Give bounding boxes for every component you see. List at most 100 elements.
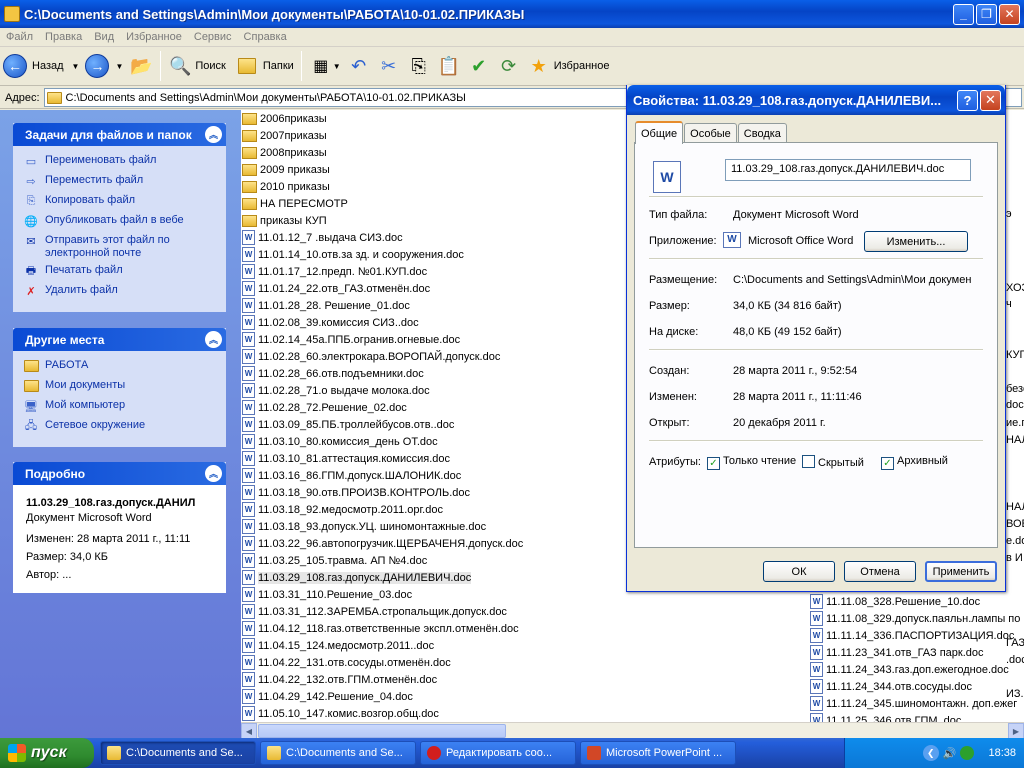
file-item[interactable]: W 11.04.12_118.газ.ответственные экспл.от… <box>242 620 519 637</box>
check-button[interactable]: ✔ <box>464 48 494 84</box>
file-item[interactable]: W 11.11.14_336.ПАСПОРТИЗАЦИЯ.doc <box>810 627 1014 644</box>
file-item[interactable]: W 11.02.28_72.Решение_02.doc <box>242 399 407 416</box>
menu-view[interactable]: Вид <box>88 31 120 43</box>
tab-general[interactable]: Общие <box>635 121 684 144</box>
horizontal-scrollbar[interactable]: ◀ ▶ <box>241 722 1024 739</box>
tab-summary[interactable]: Сводка <box>737 123 787 143</box>
folder-item[interactable]: 2010 приказы <box>242 178 330 195</box>
file-item[interactable]: W 11.11.23_341.отв_ГАЗ парк.doc <box>810 644 984 661</box>
file-item[interactable]: W 11.03.25_105.травма. АП №4.doc <box>242 552 427 569</box>
file-item[interactable]: W 11.01.17_12.предп. №01.КУП.doc <box>242 263 427 280</box>
place-network[interactable]: 🖧 Сетевое окружение <box>23 419 226 439</box>
file-item[interactable]: безо <box>1006 380 1024 397</box>
folder-item[interactable]: 2008приказы <box>242 144 327 161</box>
file-item[interactable]: W 11.02.28_60.электрокара.ВОРОПАЙ.допуск.… <box>242 348 500 365</box>
scrollbar-thumb[interactable] <box>258 724 506 738</box>
close-button[interactable]: ✕ <box>999 3 1020 25</box>
paste-button[interactable]: 📋 <box>434 48 464 84</box>
file-item[interactable]: W 11.05.10_147.комис.возгор.общ.doc <box>242 705 439 722</box>
file-item[interactable]: W 11.02.08_39.комиссия СИЗ..doc <box>242 314 419 331</box>
file-item[interactable]: W 11.02.14_45а.ППБ.огранив.огневые.doc <box>242 331 460 348</box>
taskbar-item-explorer-2[interactable]: C:\Documents and Se... <box>260 741 416 765</box>
help-button[interactable]: ? <box>957 89 978 111</box>
task-move[interactable]: ⇨ Переместить файл <box>23 174 226 194</box>
forward-button[interactable]: → ▼ <box>82 48 126 84</box>
file-item[interactable]: W 11.02.28_71.о выдаче молока.doc <box>242 382 430 399</box>
hidden-checkbox[interactable]: Скрытый <box>802 455 864 469</box>
place-my-documents[interactable]: Мои документы <box>23 379 226 399</box>
folder-item[interactable]: 2009 приказы <box>242 161 330 178</box>
collapse-icon[interactable]: ︽ <box>205 331 222 348</box>
file-item[interactable]: W 11.03.31_112.ЗАРЕМБА.стропальщик.допуск… <box>242 603 507 620</box>
file-item[interactable]: W 11.01.28_28. Решение_01.doc <box>242 297 410 314</box>
file-item[interactable]: doc <box>1006 396 1024 413</box>
folder-item[interactable]: приказы КУП <box>242 212 327 229</box>
copy-button[interactable]: ⎘ <box>404 48 434 84</box>
place-rabota[interactable]: РАБОТА <box>23 359 226 379</box>
folder-item[interactable]: 2006приказы <box>242 110 327 127</box>
file-item[interactable]: W 11.03.18_90.отв.ПРОИЗВ.КОНТРОЛЬ.doc <box>242 484 470 501</box>
taskbar-item-opera[interactable]: Редактировать соо... <box>420 741 576 765</box>
collapse-icon[interactable]: ︽ <box>205 126 222 143</box>
file-item[interactable]: W 11.03.10_80.комиссия_день ОТ.doc <box>242 433 438 450</box>
file-item[interactable]: W 11.11.25_346.отв.ГПМ .doc <box>810 712 961 722</box>
views-button[interactable]: ▦ ▼ <box>306 48 344 84</box>
dialog-close-button[interactable]: ✕ <box>980 89 1001 111</box>
file-item[interactable]: W 11.01.14_10.отв.за зд. и сооружения.doc <box>242 246 464 263</box>
menu-favorites[interactable]: Избранное <box>120 31 188 43</box>
network-tray-icon[interactable] <box>960 746 975 760</box>
chevron-down-icon[interactable]: ▼ <box>72 62 80 71</box>
file-item[interactable]: в И <box>1006 549 1023 566</box>
apply-button[interactable]: Применить <box>925 561 997 582</box>
file-item[interactable]: W 11.11.24_343.газ.доп.ежегодное.doc <box>810 661 1009 678</box>
file-item[interactable]: э <box>1006 205 1012 222</box>
file-item[interactable]: W 11.03.18_93.допуск.УЦ. шиномонтажные.do… <box>242 518 486 535</box>
file-item[interactable]: W 11.03.16_86.ГПМ.допуск.ШАЛОНИК.doc <box>242 467 461 484</box>
tray-arrow-icon[interactable]: ❮ <box>922 745 939 761</box>
collapse-icon[interactable]: ︽ <box>205 465 222 482</box>
file-item[interactable]: W 11.02.28_66.отв.подъемники.doc <box>242 365 424 382</box>
undo-button[interactable]: ↶ <box>344 48 374 84</box>
file-item[interactable]: W 11.11.24_344.отв.сосуды.doc <box>810 678 972 695</box>
task-publish[interactable]: 🌐 Опубликовать файл в вебе <box>23 214 226 234</box>
folder-item[interactable]: НА ПЕРЕСМОТР <box>242 195 348 212</box>
favorites-button[interactable]: ★ Избранное <box>524 48 613 84</box>
file-item[interactable]: W 11.11.08_329.допуск.паяльн.лампы по <box>810 610 1020 627</box>
file-item[interactable]: W 11.03.10_81.аттестация.комиссия.doc <box>242 450 450 467</box>
start-button[interactable]: пуск <box>0 738 94 768</box>
menu-tools[interactable]: Сервис <box>188 31 238 43</box>
file-item[interactable]: ХОЗ <box>1006 279 1024 296</box>
file-item[interactable]: W 11.03.31_110.Решение_03.doc <box>242 586 412 603</box>
search-button[interactable]: 🔍 Поиск <box>165 48 228 84</box>
sound-icon[interactable]: 🔊 <box>943 747 957 760</box>
maximize-button[interactable]: ❐ <box>976 3 997 25</box>
file-item[interactable]: е.do <box>1006 532 1024 549</box>
task-email[interactable]: ✉ Отправить этот файл по электронной почт… <box>23 234 226 264</box>
up-folder-button[interactable]: 📂 <box>126 48 156 84</box>
file-item[interactable]: НАЛС <box>1006 431 1024 448</box>
filename-field[interactable]: 11.03.29_108.газ.допуск.ДАНИЛЕВИЧ.doc <box>725 159 971 181</box>
menu-help[interactable]: Справка <box>238 31 293 43</box>
file-item[interactable]: W 11.03.22_96.автопогрузчик.ЩЕРБАЧЕНЯ.доп… <box>242 535 523 552</box>
file-item[interactable]: W 11.04.29_142.Решение_04.doc <box>242 688 413 705</box>
file-item[interactable]: ие.г <box>1006 414 1024 431</box>
file-item[interactable]: W 11.11.08_328.Решение_10.doc <box>810 593 980 610</box>
place-my-computer[interactable]: 🖥 Мой компьютер <box>23 399 226 419</box>
file-item[interactable]: W 11.01.24_22.отв_ГАЗ.отменён.doc <box>242 280 430 297</box>
menu-file[interactable]: Файл <box>0 31 39 43</box>
scroll-right-icon[interactable]: ▶ <box>1008 723 1024 739</box>
cancel-button[interactable]: Отмена <box>844 561 916 582</box>
task-copy[interactable]: ⎘ Копировать файл <box>23 194 226 214</box>
task-rename[interactable]: ▭ Переименовать файл <box>23 154 226 174</box>
file-item[interactable]: W 11.04.22_131.отв.сосуды.отменён.doc <box>242 654 451 671</box>
file-item[interactable]: W 11.01.12_7 .выдача СИЗ.doc <box>242 229 403 246</box>
tab-custom[interactable]: Особые <box>684 123 737 143</box>
file-item[interactable]: КУП <box>1006 346 1024 363</box>
tasks-panel-header[interactable]: Задачи для файлов и папок ︽ <box>13 123 226 146</box>
change-button[interactable]: Изменить... <box>864 231 968 252</box>
file-item[interactable]: W 11.03.29_108.газ.допуск.ДАНИЛЕВИЧ.doc <box>242 569 472 586</box>
sync-button[interactable]: ⟳ <box>494 48 524 84</box>
menu-edit[interactable]: Правка <box>39 31 88 43</box>
file-item[interactable]: W 11.11.24_345.шиномонтажн. доп.ежег <box>810 695 1017 712</box>
taskbar-item-powerpoint[interactable]: Microsoft PowerPoint ... <box>580 741 736 765</box>
